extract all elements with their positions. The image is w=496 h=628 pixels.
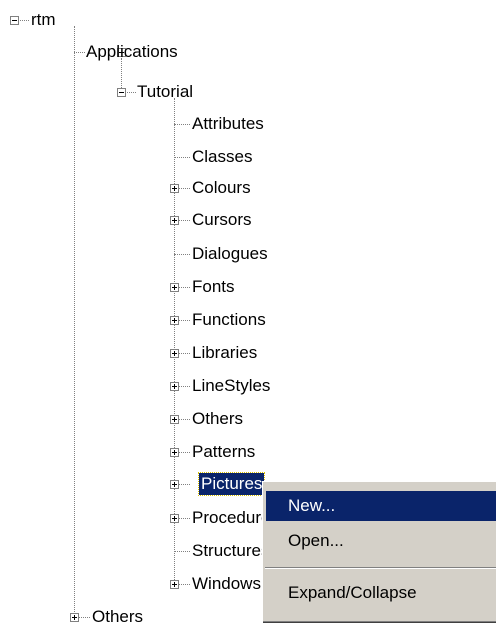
expand-colours-icon[interactable] bbox=[170, 184, 179, 193]
expand-others-icon[interactable] bbox=[170, 415, 179, 424]
collapse-tutorial-icon[interactable] bbox=[117, 88, 126, 97]
tree-node-fonts[interactable]: Fonts bbox=[192, 276, 235, 298]
menu-item-new[interactable]: New... bbox=[266, 491, 496, 521]
tree-node-linestyles[interactable]: LineStyles bbox=[192, 375, 270, 397]
tree-node-others-bottom[interactable]: Others bbox=[92, 606, 143, 628]
expand-procedures-icon[interactable] bbox=[170, 514, 179, 523]
expand-fonts-icon[interactable] bbox=[170, 283, 179, 292]
collapse-rtm-icon[interactable] bbox=[10, 16, 19, 25]
expand-linestyles-icon[interactable] bbox=[170, 382, 179, 391]
tree-node-rtm[interactable]: rtm bbox=[31, 9, 56, 31]
expand-pictures-icon[interactable] bbox=[170, 480, 179, 489]
tree-node-colours[interactable]: Colours bbox=[192, 177, 251, 199]
tree-node-structures[interactable]: Structures bbox=[192, 540, 269, 562]
tree-node-dialogues[interactable]: Dialogues bbox=[192, 243, 268, 265]
tree-node-functions[interactable]: Functions bbox=[192, 309, 266, 331]
expand-windows-icon[interactable] bbox=[170, 580, 179, 589]
expand-cursors-icon[interactable] bbox=[170, 216, 179, 225]
tree-node-cursors[interactable]: Cursors bbox=[192, 209, 252, 231]
tree-node-pictures[interactable]: Pictures bbox=[197, 472, 266, 496]
expand-patterns-icon[interactable] bbox=[170, 448, 179, 457]
expand-libraries-icon[interactable] bbox=[170, 349, 179, 358]
menu-item-expand-collapse[interactable]: Expand/Collapse bbox=[266, 578, 496, 608]
expand-functions-icon[interactable] bbox=[170, 316, 179, 325]
menu-separator bbox=[265, 567, 496, 569]
tree-node-classes[interactable]: Classes bbox=[192, 146, 252, 168]
tree-node-patterns[interactable]: Patterns bbox=[192, 441, 255, 463]
tree-node-applications[interactable]: Applications bbox=[86, 41, 178, 63]
context-menu: New... Open... Expand/Collapse bbox=[262, 481, 496, 622]
tree-node-tutorial[interactable]: Tutorial bbox=[137, 81, 193, 103]
tree-node-windows[interactable]: Windows bbox=[192, 573, 261, 595]
tree-node-libraries[interactable]: Libraries bbox=[192, 342, 257, 364]
tree-node-attributes[interactable]: Attributes bbox=[192, 113, 264, 135]
tree-node-others[interactable]: Others bbox=[192, 408, 243, 430]
menu-item-open[interactable]: Open... bbox=[266, 526, 496, 556]
